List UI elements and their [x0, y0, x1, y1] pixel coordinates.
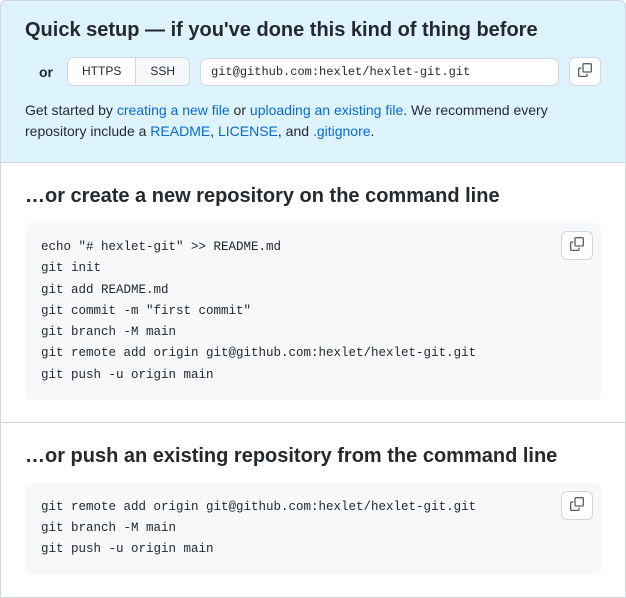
repo-url-input[interactable]: [200, 58, 559, 86]
clipboard-icon: [570, 497, 584, 514]
or-label: or: [39, 64, 53, 80]
license-link[interactable]: LICENSE: [218, 123, 278, 139]
help-text: Get started by creating a new file or up…: [25, 100, 601, 142]
protocol-button-group: HTTPS SSH: [67, 57, 190, 85]
push-code-wrapper: git remote add origin git@github.com:hex…: [25, 483, 601, 575]
copy-push-code-button[interactable]: [561, 491, 593, 520]
setup-row: or HTTPS SSH: [25, 57, 601, 86]
create-repo-panel: …or create a new repository on the comma…: [0, 163, 626, 423]
upload-file-link[interactable]: uploading an existing file: [250, 102, 403, 118]
push-repo-heading: …or push an existing repository from the…: [25, 443, 601, 469]
gitignore-link[interactable]: .gitignore: [313, 123, 371, 139]
create-code-block[interactable]: echo "# hexlet-git" >> README.md git ini…: [25, 223, 601, 400]
create-file-link[interactable]: creating a new file: [117, 102, 230, 118]
quick-setup-panel: Quick setup — if you've done this kind o…: [0, 0, 626, 163]
push-code-block[interactable]: git remote add origin git@github.com:hex…: [25, 483, 601, 575]
copy-create-code-button[interactable]: [561, 231, 593, 260]
clipboard-icon: [578, 63, 592, 80]
readme-link[interactable]: README: [150, 123, 210, 139]
clipboard-icon: [570, 237, 584, 254]
quick-setup-heading: Quick setup — if you've done this kind o…: [25, 17, 601, 43]
https-button[interactable]: HTTPS: [67, 57, 136, 85]
create-repo-heading: …or create a new repository on the comma…: [25, 183, 601, 209]
ssh-button[interactable]: SSH: [136, 57, 190, 85]
create-code-wrapper: echo "# hexlet-git" >> README.md git ini…: [25, 223, 601, 400]
copy-url-button[interactable]: [569, 57, 601, 86]
push-repo-panel: …or push an existing repository from the…: [0, 423, 626, 598]
